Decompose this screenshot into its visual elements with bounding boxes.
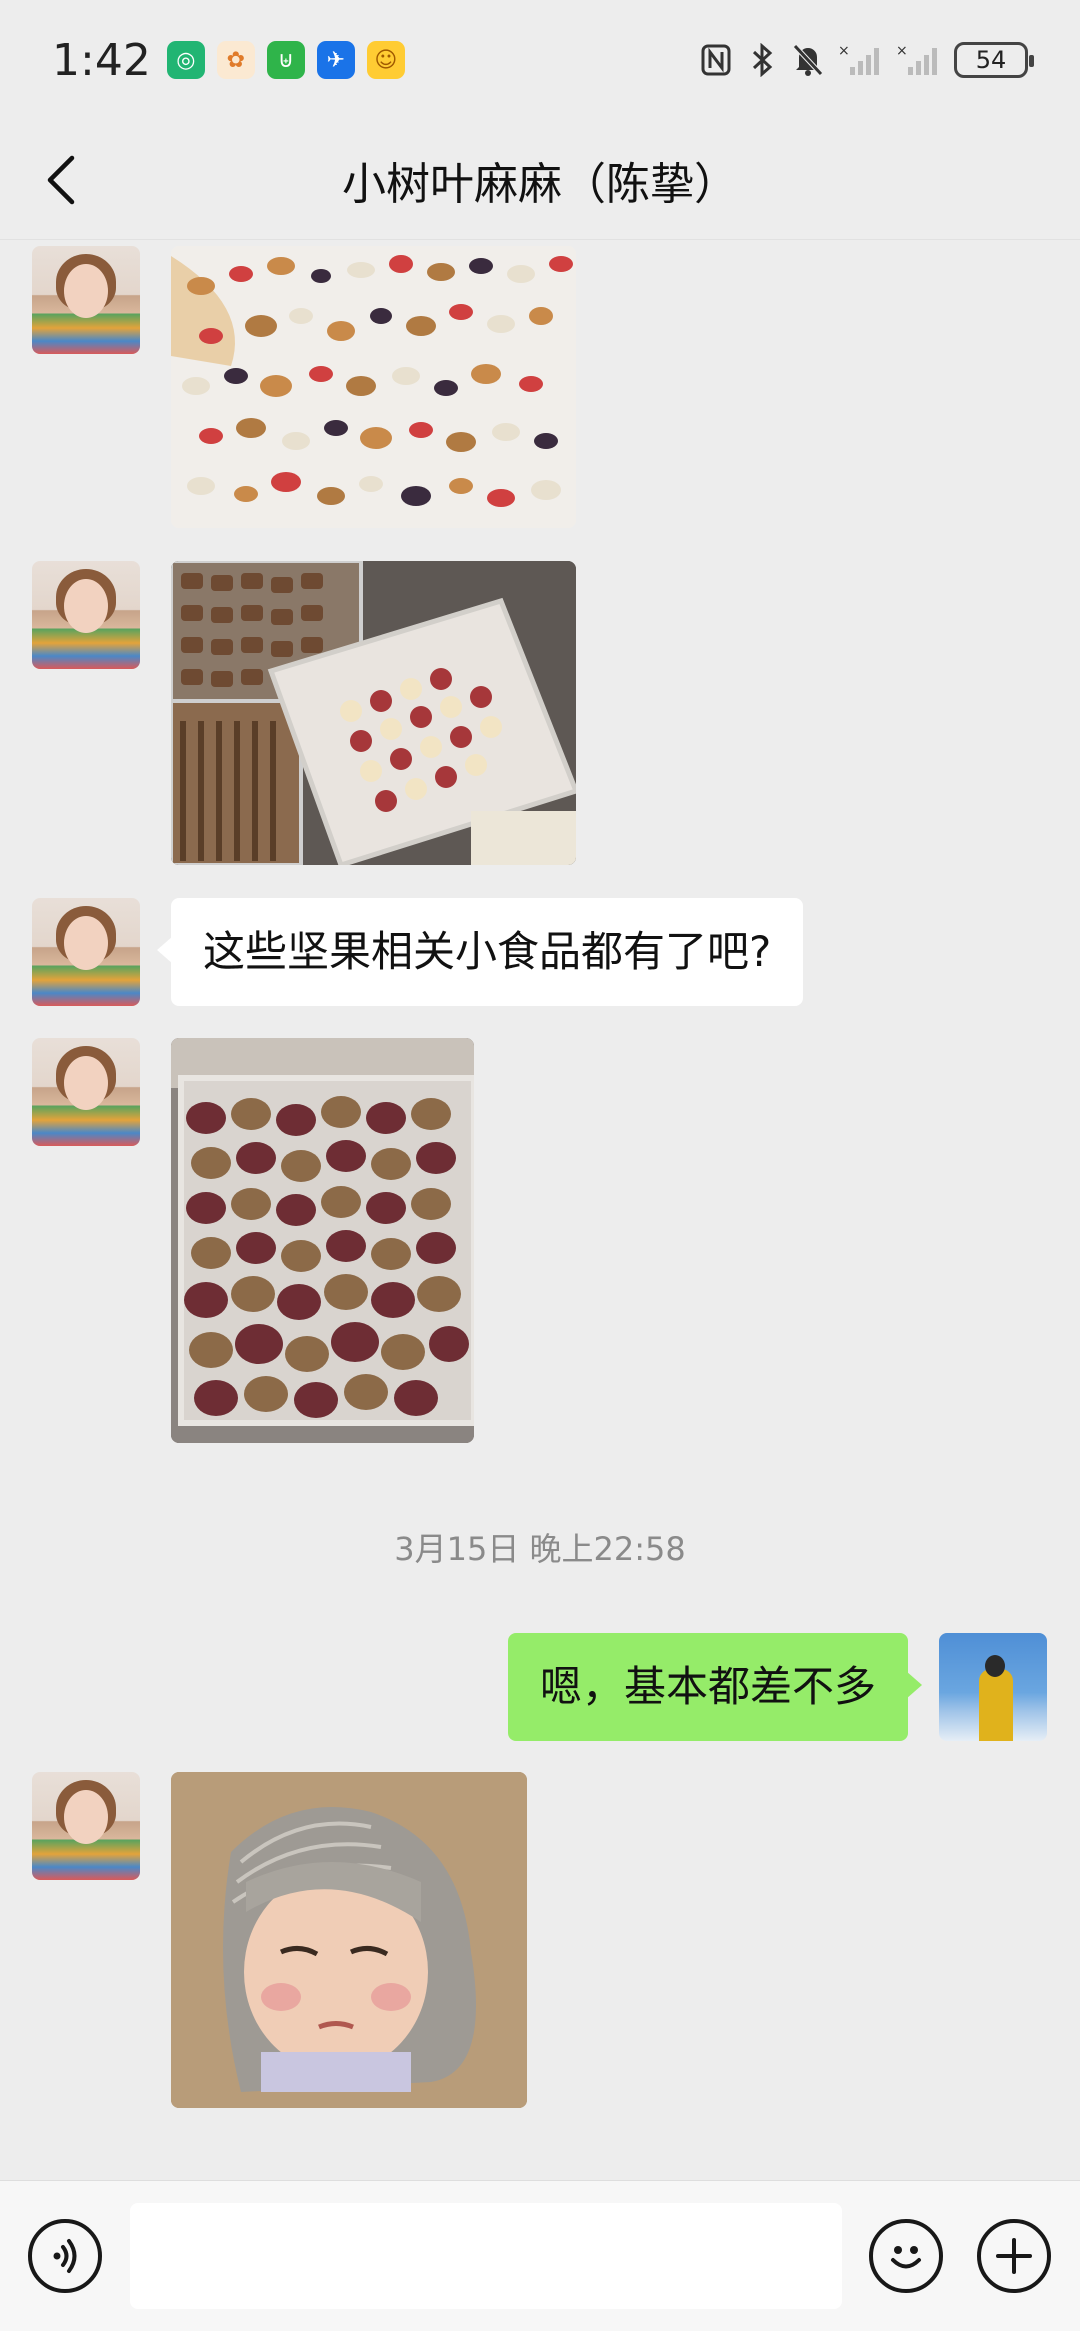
- sticker-message[interactable]: [171, 1772, 527, 2108]
- smiley-icon: [891, 2246, 921, 2269]
- message-timestamp: 3月15日 晚上22:58: [394, 1530, 686, 1568]
- mute-bell-icon: [792, 43, 824, 77]
- signal-icon: ×: [838, 43, 882, 77]
- message-input[interactable]: [130, 2203, 842, 2309]
- chevron-left-icon: [47, 155, 75, 205]
- system-icons: × × 54: [700, 42, 1034, 78]
- incoming-text-message[interactable]: 这些坚果相关小食品都有了吧?: [156, 898, 804, 1006]
- message-list[interactable]: 这些坚果相关小食品都有了吧? 3月15日 晚上22:58 嗯，基本都差不多: [0, 240, 1080, 2180]
- back-button[interactable]: [30, 148, 94, 212]
- app-notification-icon: ◎: [166, 41, 205, 79]
- input-bar: [0, 2180, 1080, 2331]
- battery-icon: 54: [954, 42, 1034, 78]
- plus-icon: [996, 2238, 1032, 2274]
- app-notification-icon: ☺: [366, 41, 405, 79]
- app-notification-icon: ✈: [316, 41, 355, 79]
- contact-avatar[interactable]: [32, 1772, 140, 1880]
- signal-icon: ×: [896, 43, 940, 77]
- notification-app-icons: ◎ ✿ ⊎ ✈ ☺: [166, 41, 405, 79]
- more-options-button[interactable]: [977, 2219, 1051, 2293]
- voice-icon: [53, 2239, 77, 2273]
- emoji-button[interactable]: [869, 2219, 943, 2293]
- image-message-nuts[interactable]: [171, 246, 576, 528]
- contact-avatar[interactable]: [32, 898, 140, 1006]
- bluetooth-icon: [746, 43, 778, 77]
- contact-avatar[interactable]: [32, 246, 140, 354]
- voice-input-button[interactable]: [28, 2219, 102, 2293]
- app-notification-icon: ⊎: [266, 41, 305, 79]
- status-bar: 1:42 ◎ ✿ ⊎ ✈ ☺ × × 54: [0, 0, 1080, 120]
- image-message-trays[interactable]: [171, 561, 576, 865]
- svg-text:×: ×: [896, 43, 908, 59]
- outgoing-text-message[interactable]: 嗯，基本都差不多: [507, 1633, 923, 1741]
- chat-title: 小树叶麻麻（陈挚）: [342, 158, 738, 210]
- contact-avatar[interactable]: [32, 1038, 140, 1146]
- my-avatar[interactable]: [939, 1633, 1047, 1741]
- svg-text:×: ×: [838, 43, 850, 59]
- image-message-jujube[interactable]: [171, 1038, 474, 1443]
- status-time: 1:42: [52, 34, 151, 86]
- nfc-icon: [700, 43, 732, 77]
- contact-avatar[interactable]: [32, 561, 140, 669]
- app-notification-icon: ✿: [216, 41, 255, 79]
- chat-header: 小树叶麻麻（陈挚）: [0, 120, 1080, 240]
